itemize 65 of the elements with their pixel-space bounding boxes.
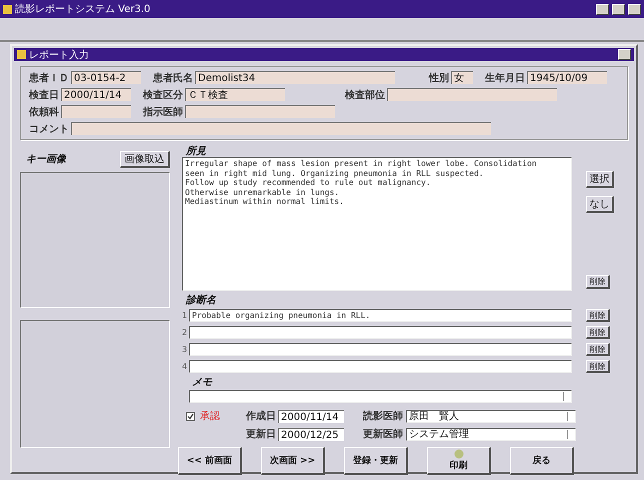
select-button[interactable]: なし [586,196,614,213]
text-field[interactable]: 女 [451,71,473,84]
print-button[interactable]: 印刷 [427,447,491,475]
row-number: 1 [182,311,188,320]
window-title: レポート入力 [29,48,90,62]
diagnosis-field[interactable]: Probable organizing pneumonia in RLL. [189,309,572,322]
text-field[interactable]: ＣＴ検査 [185,88,285,101]
delete-button[interactable]: 削除 [586,326,610,339]
field-label: 生年月日 [485,72,526,84]
text-field[interactable]: 1945/10/09 [527,71,607,84]
field-label: 更新医師 [362,427,404,441]
field-label: 検査部位 [345,88,386,102]
minimize-button[interactable] [596,4,609,14]
maximize-button[interactable] [618,49,631,60]
section-label: キー画像 [26,154,66,164]
field-label: 患者ＩＤ [29,72,70,84]
row-number: 3 [182,345,188,354]
delete-button[interactable]: 削除 [586,360,610,373]
field-label: 検査日 [29,88,60,102]
diagnosis-field[interactable] [189,360,572,373]
text-field[interactable] [71,122,491,135]
app-icon [17,50,26,59]
app-icon [3,4,12,14]
nav-button[interactable]: 次画面 >> [261,447,325,475]
field-label: 更新日 [245,427,277,441]
section-label: 所見 [184,146,206,157]
field-label: コメント [29,122,70,136]
doctor-dropdown[interactable]: 原田 賢人 [406,410,576,422]
select-button[interactable]: 選択 [586,171,614,188]
field-label: 指示医師 [143,106,184,118]
date-field[interactable]: 2000/11/14 [278,410,344,422]
nav-button[interactable]: << 前画面 [178,447,242,475]
findings-text-area[interactable]: Irregular shape of mass lesion present in right lower lobe. Consolidation seen in right mid lung. Organizing pneumonia in RLL suspected. Follow up study recommended to rule out malignancy. Otherwise unremarkable in lungs. Mediastinum within normal limits. [182,157,572,291]
field-label: 患者氏名 [153,72,194,84]
field-label: 性別 [429,72,450,84]
date-field[interactable]: 2000/12/25 [278,428,344,440]
field-label: 作成日 [244,410,277,423]
diagnosis-field[interactable] [189,326,572,339]
field-label: 依頼科 [29,106,60,118]
section-label: メモ [191,377,212,388]
text-field[interactable]: 2000/11/14 [61,88,131,101]
nav-button[interactable]: 登録・更新 [344,447,408,475]
row-number: 4 [182,362,188,371]
text-field[interactable]: 03-0154-2 [71,71,141,84]
text-field[interactable]: Demolist34 [195,71,395,84]
checked-checkbox[interactable] [186,412,195,420]
field-label: 読影医師 [362,410,404,423]
app-title: 読影レポートシステム Ver3.0 [15,2,152,16]
diagnosis-field[interactable] [189,343,572,356]
delete-button[interactable]: 削除 [586,309,610,322]
maximize-button[interactable] [612,4,625,14]
section-label: 診断名 [184,295,216,306]
delete-button[interactable]: 削除 [586,343,610,356]
import-image-button[interactable]: 画像取込 [120,150,170,168]
text-field[interactable] [185,105,335,118]
approval-label: 承認 [200,410,220,423]
field-label: 検査区分 [143,88,184,102]
close-button[interactable] [628,4,641,14]
text-field[interactable] [61,105,131,118]
memo-dropdown[interactable] [189,390,572,403]
nav-button[interactable]: 戻る [510,447,574,475]
row-number: 2 [182,328,188,337]
text-field[interactable] [387,88,557,101]
delete-button[interactable]: 削除 [586,275,610,289]
doctor-dropdown[interactable]: システム管理 [406,428,576,440]
